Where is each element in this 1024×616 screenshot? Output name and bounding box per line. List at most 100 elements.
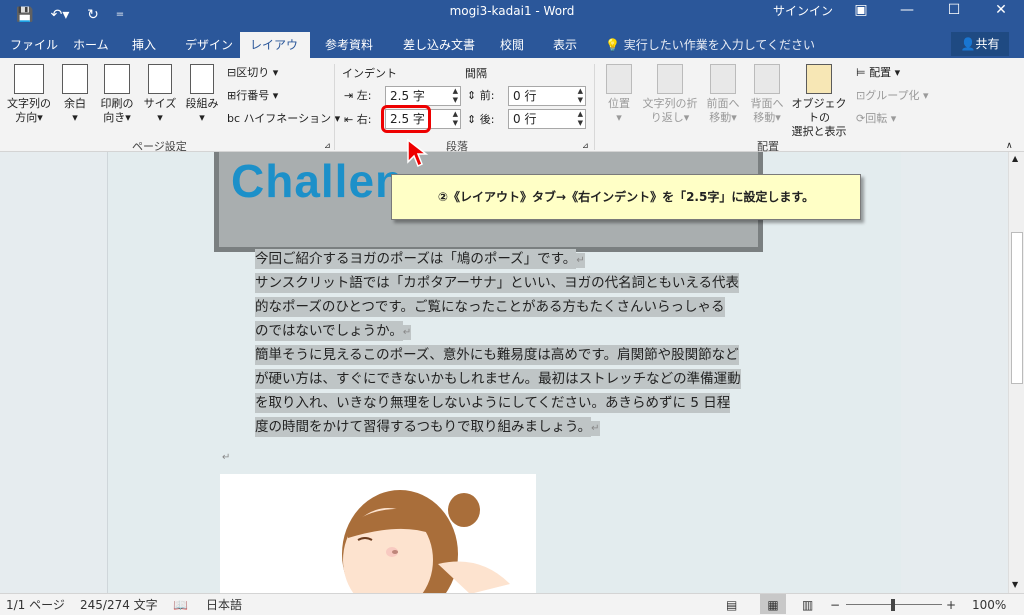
close-button[interactable]: ✕: [978, 0, 1024, 22]
proofing-icon[interactable]: 📖: [173, 594, 188, 616]
tab-insert[interactable]: 挿入: [122, 32, 166, 58]
maximize-button[interactable]: ☐: [931, 0, 977, 22]
vertical-scrollbar[interactable]: ▲ ▼: [1008, 152, 1024, 593]
page-size-icon: [148, 64, 172, 94]
space-before-text: 前:: [479, 89, 495, 102]
orientation-button[interactable]: 印刷の 向き▾: [96, 64, 138, 125]
indent-left-input[interactable]: 2.5 字 ▲ ▼: [385, 86, 461, 106]
group-button[interactable]: ⊡グループ化 ▾: [856, 89, 929, 103]
paragraph-line[interactable]: 今回ご紹介するヨガのポーズは「鳩のポーズ」です。↵: [255, 247, 585, 273]
spinner-icon[interactable]: ▲ ▼: [453, 87, 458, 105]
lightbulb-icon: 💡: [605, 38, 624, 52]
position-button[interactable]: 位置 ▾: [600, 64, 638, 125]
web-layout-icon[interactable]: ▥: [802, 594, 813, 616]
ribbon-display-icon[interactable]: ▣: [838, 0, 884, 22]
paragraph-line[interactable]: のではないでしょうか。↵: [255, 319, 412, 345]
line-text: 今回ご紹介するヨガのポーズは「鳩のポーズ」です。: [255, 249, 577, 269]
text-direction-icon: [14, 64, 44, 94]
line-numbers-button[interactable]: ⊞行番号 ▾: [227, 89, 278, 103]
space-after-value: 0 行: [513, 112, 537, 126]
tab-references[interactable]: 参考資料: [315, 32, 383, 58]
share-button[interactable]: 👤共有: [951, 32, 1009, 56]
spinner-icon[interactable]: ▲ ▼: [578, 110, 583, 128]
rotate-button[interactable]: ⟳回転 ▾: [856, 112, 896, 126]
tab-review[interactable]: 校閲: [490, 32, 534, 58]
margins-label: 余白: [64, 97, 86, 110]
hyphenation-button[interactable]: bc ハイフネーション ▾: [227, 112, 340, 126]
tab-view[interactable]: 表示: [543, 32, 587, 58]
zoom-out-icon[interactable]: −: [830, 594, 840, 616]
wrap-text-icon: [657, 64, 683, 94]
print-layout-icon[interactable]: ▦: [760, 594, 786, 614]
paragraph-launcher-icon[interactable]: ⊿: [582, 139, 589, 153]
scroll-down-icon[interactable]: ▼: [1012, 580, 1018, 589]
size-button[interactable]: サイズ ▾: [142, 64, 178, 125]
line-text: が硬い方は、すぐにできないかもしれません。最初はストレッチなどの準備運動: [255, 369, 741, 389]
tab-design[interactable]: デザイン: [175, 32, 243, 58]
forward-label-1: 前面へ: [706, 97, 740, 110]
align-button[interactable]: ⊨ 配置 ▾: [856, 66, 900, 80]
spacing-title: 間隔: [465, 67, 487, 80]
tell-me-box[interactable]: 💡 実行したい作業を入力してください: [605, 32, 815, 58]
wrap-text-button[interactable]: 文字列の折 り返し▾: [640, 64, 700, 125]
paragraph-line[interactable]: 的なポーズのひとつです。ご覧になったことがある方もたくさんいらっしゃる: [255, 295, 725, 319]
forward-label-2: 移動: [709, 111, 732, 124]
zoom-slider-thumb[interactable]: [891, 599, 895, 611]
line-text: 度の時間をかけて習得するつもりで取り組みましょう。: [255, 417, 592, 437]
paragraph-line[interactable]: 度の時間をかけて習得するつもりで取り組みましょう。↵: [255, 415, 600, 441]
indent-left-text: 左:: [356, 89, 372, 102]
page-count[interactable]: 1/1 ページ: [6, 594, 65, 616]
paragraph-mark-icon: ↵: [576, 253, 585, 268]
paragraph-line[interactable]: が硬い方は、すぐにできないかもしれません。最初はストレッチなどの準備運動: [255, 367, 741, 391]
paragraph-line[interactable]: サンスクリット語では「カポタアーサナ」といい、ヨガの代名詞ともいえる代表: [255, 271, 739, 295]
scroll-up-icon[interactable]: ▲: [1012, 154, 1018, 163]
signin-link[interactable]: サインイン: [773, 2, 833, 20]
empty-paragraph-mark-icon: ↵: [222, 452, 231, 463]
read-mode-icon[interactable]: ▤: [726, 594, 737, 616]
select-label-1: オブジェクトの: [791, 97, 847, 124]
columns-icon: [190, 64, 214, 94]
space-after-input[interactable]: 0 行 ▲ ▼: [508, 109, 586, 129]
person-icon: 👤: [960, 37, 976, 51]
text-direction-label-1: 文字列の: [7, 97, 51, 110]
indent-right-text: 右:: [356, 113, 372, 126]
breaks-button[interactable]: ⊟区切り ▾: [227, 66, 278, 80]
columns-button[interactable]: 段組み ▾: [182, 64, 222, 125]
tab-home[interactable]: ホーム: [63, 32, 119, 58]
space-before-label: ⇕ 前:: [467, 89, 494, 103]
orientation-label-2: 向き: [103, 111, 126, 124]
word-count[interactable]: 245/274 文字: [80, 594, 158, 616]
align-label: 配置: [869, 66, 892, 79]
bring-forward-button[interactable]: 前面へ 移動▾: [702, 64, 744, 125]
text-direction-button[interactable]: 文字列の 方向▾: [4, 64, 54, 125]
collapse-ribbon-icon[interactable]: ∧: [1006, 139, 1013, 153]
paragraph-mark-icon: ↵: [402, 325, 412, 340]
indent-title: インデント: [342, 67, 397, 80]
selection-pane-button[interactable]: オブジェクトの 選択と表示: [788, 64, 850, 139]
page-setup-launcher-icon[interactable]: ⊿: [324, 139, 331, 153]
language-indicator[interactable]: 日本語: [206, 594, 242, 616]
zoom-level[interactable]: 100%: [972, 594, 1006, 616]
back-label-2: 移動: [753, 111, 776, 124]
hyphenation-icon: bc: [227, 112, 241, 125]
spinner-icon[interactable]: ▲ ▼: [453, 110, 458, 128]
paragraph-line[interactable]: を取り入れ、いきなり無理をしないようにしてください。あきらめずに 5 日程: [255, 391, 731, 415]
wrap-label-2: り返し: [650, 111, 684, 124]
align-icon: ⊨: [856, 66, 866, 79]
scrollbar-thumb[interactable]: [1011, 232, 1023, 384]
spinner-icon[interactable]: ▲ ▼: [578, 87, 583, 105]
tab-layout[interactable]: レイアウト: [240, 32, 310, 78]
tab-file[interactable]: ファイル: [0, 32, 68, 58]
yoga-illustration[interactable]: [220, 474, 536, 594]
tab-mailings[interactable]: 差し込み文書: [393, 32, 485, 58]
minimize-button[interactable]: —: [884, 0, 930, 22]
selection-pane-icon: [806, 64, 832, 94]
indent-left-value: 2.5 字: [390, 89, 425, 103]
line-text: のではないでしょうか。: [255, 321, 403, 341]
margins-button[interactable]: 余白 ▾: [58, 64, 92, 125]
zoom-in-icon[interactable]: +: [946, 594, 956, 616]
space-before-input[interactable]: 0 行 ▲ ▼: [508, 86, 586, 106]
paragraph-line[interactable]: 簡単そうに見えるこのポーズ、意外にも難易度は高めです。肩関節や股関節など: [255, 343, 739, 367]
group-icon: ⊡: [856, 89, 866, 102]
send-backward-button[interactable]: 背面へ 移動▾: [746, 64, 788, 125]
